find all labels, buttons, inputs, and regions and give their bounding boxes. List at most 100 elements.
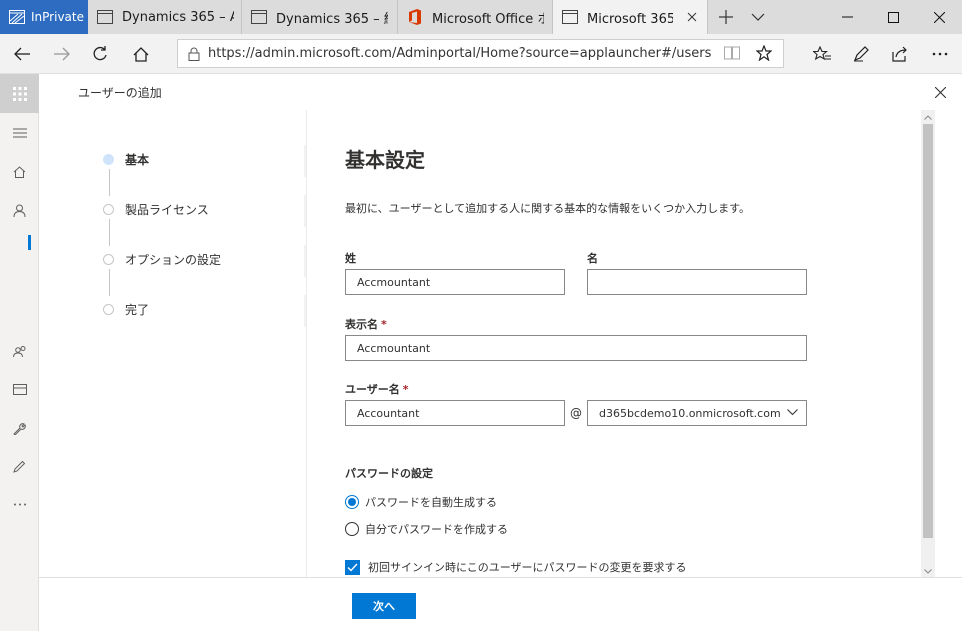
require-password-change-checkbox[interactable]: 初回サインイン時にこのユーザーにパスワードの変更を要求する bbox=[345, 559, 687, 575]
groups-icon bbox=[12, 345, 25, 357]
step-label: 製品ライセンス bbox=[125, 203, 209, 217]
step-divider bbox=[304, 145, 306, 177]
radio-label: 自分でパスワードを作成する bbox=[365, 523, 508, 536]
browser-tab-4[interactable]: Microsoft 365 管 bbox=[553, 0, 708, 34]
maximize-button[interactable] bbox=[870, 0, 916, 34]
checkbox-label: 初回サインイン時にこのユーザーにパスワードの変更を要求する bbox=[368, 561, 687, 574]
panel-close-button[interactable] bbox=[930, 82, 950, 102]
domain-dropdown[interactable]: d365bcdemo10.onmicrosoft.com bbox=[587, 400, 807, 426]
first-name-label: 名 bbox=[587, 252, 598, 265]
step-basics[interactable]: 基本 bbox=[103, 151, 149, 168]
inprivate-badge[interactable]: InPrivate bbox=[0, 0, 88, 34]
tab-label: Microsoft 365 管 bbox=[587, 11, 673, 27]
close-icon bbox=[933, 11, 945, 23]
last-name-label: 姓 bbox=[345, 252, 356, 265]
first-name-input[interactable] bbox=[587, 269, 807, 295]
ellipsis-icon bbox=[932, 52, 948, 56]
tab-list-button[interactable] bbox=[744, 0, 772, 34]
back-button[interactable] bbox=[2, 34, 42, 74]
label-text: ユーザー名 bbox=[345, 383, 400, 396]
browser-tab-2[interactable]: Dynamics 365 – 経理 bbox=[242, 0, 398, 34]
display-name-input[interactable]: Accmountant bbox=[345, 335, 807, 361]
notes-button[interactable] bbox=[841, 34, 881, 74]
browser-tab-1[interactable]: Dynamics 365 – Acc bbox=[88, 0, 242, 34]
nav-home-button[interactable] bbox=[0, 162, 39, 182]
panel-title: ユーザーの追加 bbox=[78, 86, 162, 100]
favorites-list-icon bbox=[813, 46, 831, 61]
page-icon bbox=[251, 9, 267, 25]
step-label: オプションの設定 bbox=[125, 253, 222, 267]
step-product-license[interactable]: 製品ライセンス bbox=[103, 201, 209, 218]
step-divider bbox=[304, 295, 306, 327]
tab-label: Microsoft Office ホー bbox=[432, 11, 544, 27]
input-value: Accmountant bbox=[357, 275, 431, 289]
more-options-button[interactable] bbox=[920, 34, 960, 74]
next-button[interactable]: 次へ bbox=[352, 593, 416, 619]
close-tab-icon[interactable] bbox=[687, 12, 697, 22]
chevron-down-icon bbox=[787, 409, 798, 416]
share-icon bbox=[892, 46, 907, 62]
last-name-input[interactable]: Accmountant bbox=[345, 269, 565, 295]
nav-setup-button[interactable] bbox=[0, 418, 39, 438]
browser-tab-bar: InPrivate Dynamics 365 – Acc Dynamics 36… bbox=[0, 0, 962, 34]
nav-customize-button[interactable] bbox=[0, 456, 39, 476]
step-connector bbox=[109, 169, 110, 196]
required-mark: * bbox=[381, 318, 387, 331]
billing-card-icon bbox=[12, 383, 27, 395]
nav-groups-button[interactable] bbox=[0, 341, 39, 361]
page-icon bbox=[97, 9, 113, 25]
panel-footer: 次へ bbox=[39, 577, 962, 631]
browser-tab-3[interactable]: Microsoft Office ホー bbox=[398, 0, 553, 34]
input-value: Accmountant bbox=[357, 341, 431, 355]
scroll-down-icon[interactable] bbox=[921, 565, 935, 577]
window-close-button[interactable] bbox=[916, 0, 962, 34]
forward-button[interactable] bbox=[42, 34, 82, 74]
radio-create-own-password[interactable]: 自分でパスワードを作成する bbox=[345, 521, 508, 537]
nav-billing-button[interactable] bbox=[0, 379, 39, 399]
reading-view-icon[interactable] bbox=[724, 46, 740, 60]
home-icon bbox=[133, 46, 149, 62]
step-label: 基本 bbox=[125, 153, 150, 167]
radio-label: パスワードを自動生成する bbox=[365, 496, 497, 509]
nav-menu-button[interactable] bbox=[0, 123, 39, 143]
favorite-star-icon[interactable] bbox=[756, 45, 772, 61]
basic-settings-form: 基本設定 最初に、ユーザーとして追加する人に関する基本的な情報をいくつか入力しま… bbox=[307, 110, 921, 577]
scrollbar-thumb[interactable] bbox=[923, 124, 933, 538]
address-bar[interactable]: https://admin.microsoft.com/Adminportal/… bbox=[177, 39, 784, 68]
nav-users-button[interactable] bbox=[0, 200, 39, 220]
step-indicator bbox=[103, 154, 114, 165]
favorites-button[interactable] bbox=[802, 34, 842, 74]
step-optional-settings[interactable]: オプションの設定 bbox=[103, 251, 221, 268]
step-connector bbox=[109, 269, 110, 296]
back-arrow-icon bbox=[14, 47, 30, 61]
username-input[interactable]: Accountant bbox=[345, 400, 565, 426]
new-tab-button[interactable] bbox=[712, 0, 740, 34]
step-indicator bbox=[103, 204, 114, 215]
username-label: ユーザー名 * bbox=[345, 381, 409, 397]
share-button[interactable] bbox=[880, 34, 920, 74]
office-icon bbox=[407, 9, 423, 25]
dropdown-value: d365bcdemo10.onmicrosoft.com bbox=[599, 406, 781, 420]
wizard-steps: 基本 製品ライセンス オプションの設定 完了 bbox=[39, 110, 307, 577]
home-button[interactable] bbox=[121, 34, 161, 74]
step-connector bbox=[109, 219, 110, 246]
minimize-icon bbox=[841, 16, 853, 18]
refresh-icon bbox=[93, 46, 107, 61]
minimize-button[interactable] bbox=[824, 0, 870, 34]
nav-more-button[interactable] bbox=[0, 494, 39, 514]
required-mark: * bbox=[402, 383, 409, 396]
step-finish[interactable]: 完了 bbox=[103, 301, 149, 318]
label-text: 表示名 bbox=[345, 318, 378, 331]
scroll-up-icon[interactable] bbox=[921, 111, 935, 123]
ellipsis-icon bbox=[13, 503, 26, 505]
lock-icon bbox=[188, 47, 200, 61]
page-icon bbox=[562, 9, 578, 25]
step-divider bbox=[304, 245, 306, 277]
step-indicator bbox=[103, 304, 114, 315]
close-icon bbox=[934, 86, 946, 98]
address-url: https://admin.microsoft.com/Adminportal/… bbox=[208, 46, 712, 61]
radio-auto-generate-password[interactable]: パスワードを自動生成する bbox=[345, 494, 497, 510]
form-scrollbar[interactable] bbox=[921, 110, 935, 577]
refresh-button[interactable] bbox=[80, 34, 120, 74]
app-launcher-button[interactable] bbox=[0, 74, 39, 113]
